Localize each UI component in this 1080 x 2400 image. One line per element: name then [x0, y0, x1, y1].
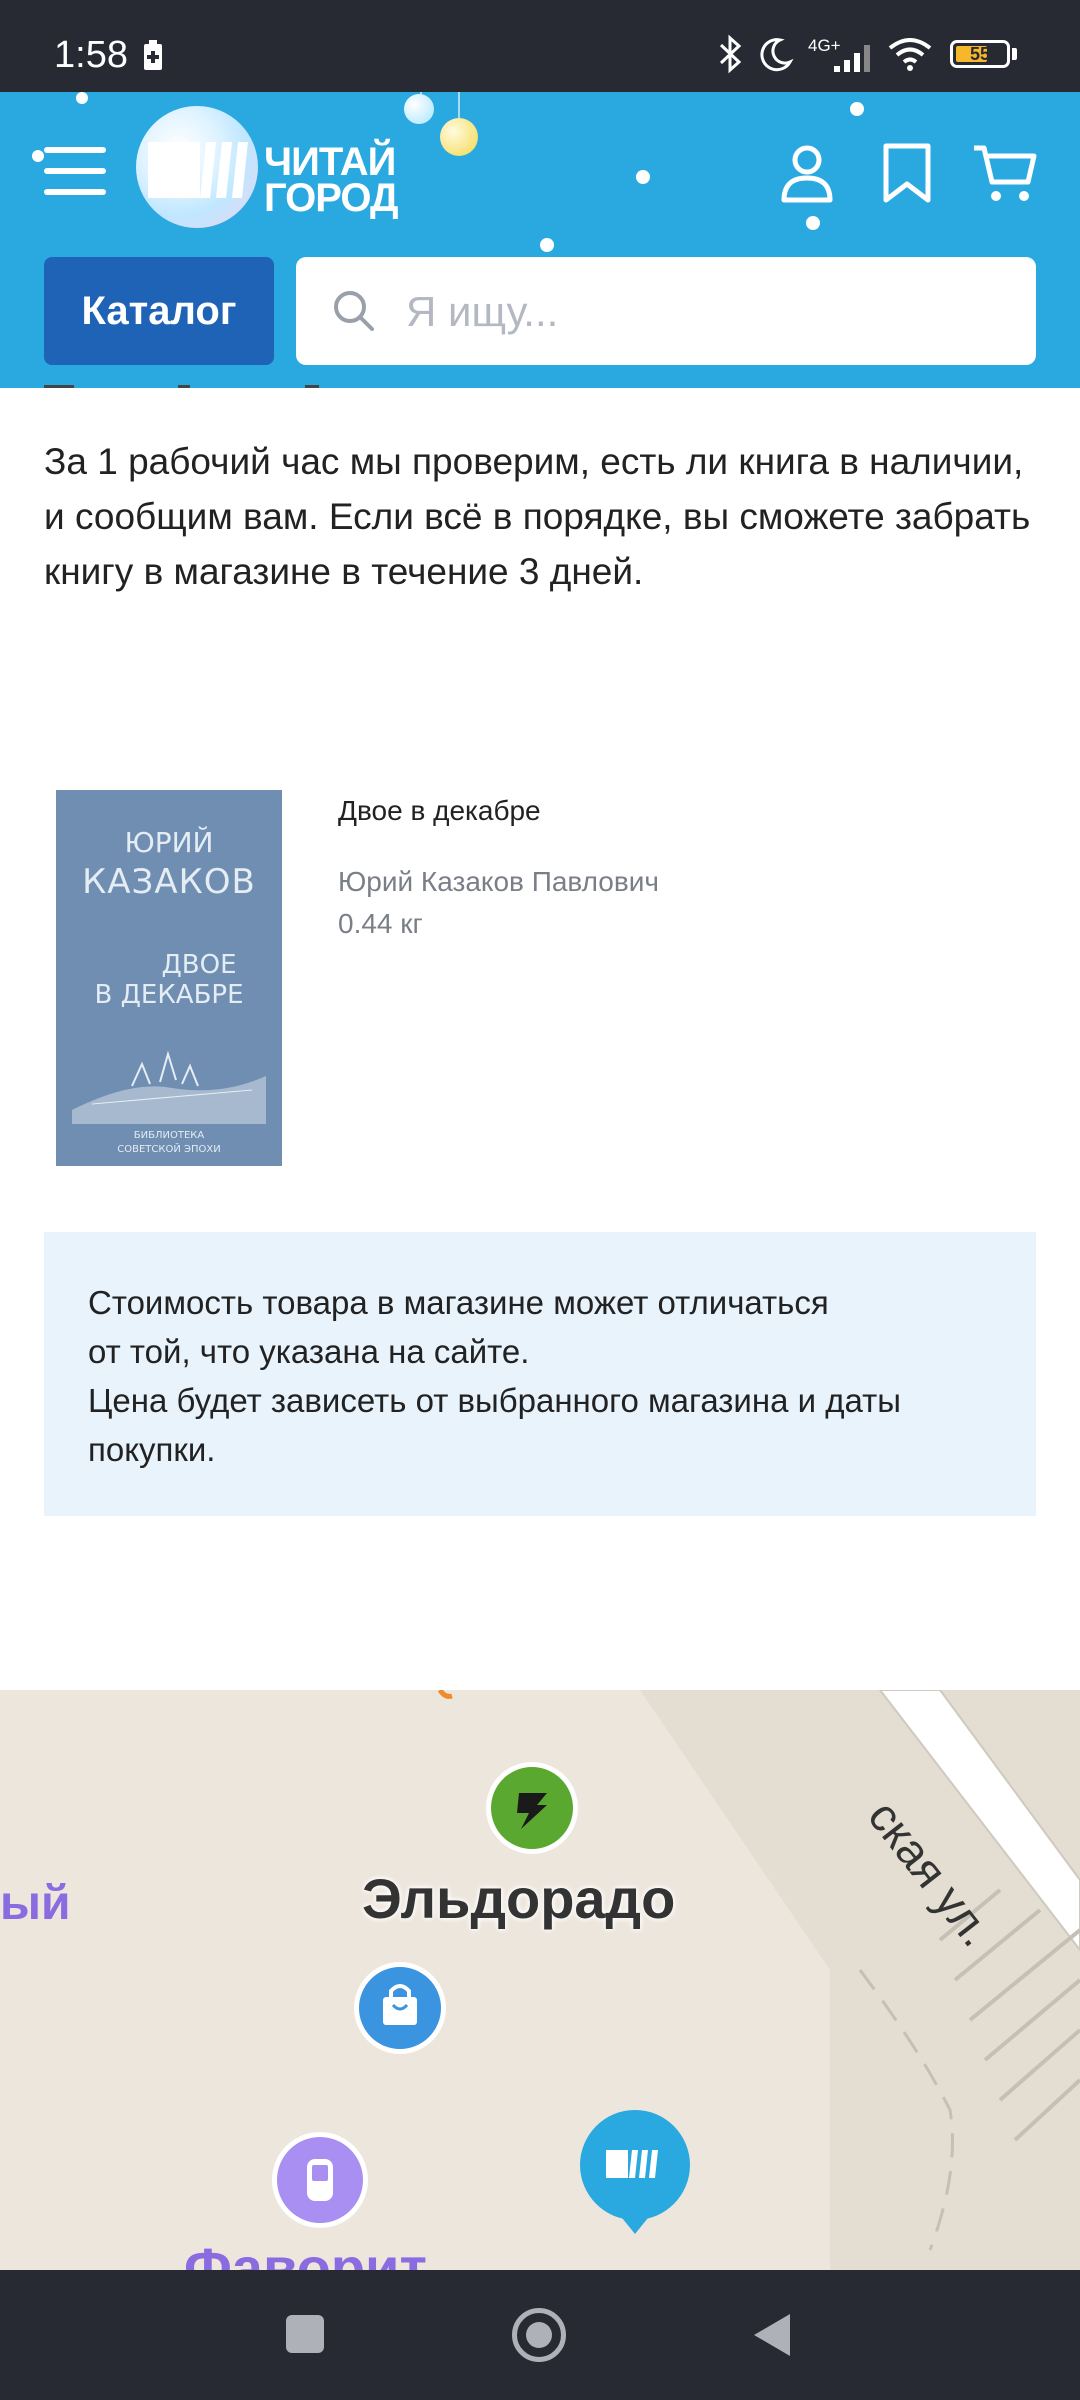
- book-author: Юрий Казаков Павлович: [338, 866, 659, 897]
- status-bar: 1:58 4G+ 55: [0, 0, 1080, 92]
- cover-title-line2: В ДЕКАБРЕ: [94, 980, 244, 1010]
- book-title[interactable]: Двое в декабре: [338, 795, 541, 827]
- snowflake: [32, 150, 44, 162]
- search-input[interactable]: [404, 281, 1008, 343]
- recents-button[interactable]: [286, 2315, 324, 2353]
- snowflake: [540, 238, 554, 252]
- phone-icon: [307, 2159, 333, 2201]
- ornament-string: [458, 92, 460, 118]
- price-notice: Стоимость товара в магазине может отлича…: [44, 1232, 1036, 1516]
- store-pin-icon: [606, 2150, 658, 2178]
- notice-line-2: от той, что указана на сайте.: [88, 1333, 530, 1370]
- battery-tip: [1012, 48, 1017, 60]
- logo-line1: ЧИТАЙ: [264, 140, 396, 184]
- cover-series-line1: БИБЛИОТЕКА: [133, 1130, 205, 1141]
- battery-level: 55: [969, 44, 991, 64]
- map-place-label-left: ый: [0, 1877, 71, 1930]
- logo[interactable]: ЧИТАЙ ГОРОД: [136, 106, 406, 236]
- shop-marker[interactable]: [354, 1962, 446, 2054]
- eldorado-marker[interactable]: [486, 1762, 578, 1854]
- logo-line2: ГОРОД: [264, 176, 398, 220]
- ornament-ball-yellow: [440, 118, 478, 156]
- cart-icon[interactable]: [972, 142, 1038, 204]
- cover-series-line2: СОВЕТСКОЙ ЭПОХИ: [117, 1144, 221, 1155]
- cover-author-last: КАЗАКОВ: [82, 862, 256, 902]
- notice-line-1: Стоимость товара в магазине может отлича…: [88, 1284, 829, 1321]
- system-nav-bar: [0, 2270, 1080, 2400]
- logo-text: ЧИТАЙ ГОРОД: [264, 140, 398, 220]
- home-button[interactable]: [512, 2308, 566, 2362]
- site-header: ЧИТАЙ ГОРОД Каталог: [0, 92, 1080, 388]
- profile-icon[interactable]: [776, 142, 838, 204]
- book-cover[interactable]: ЮРИЙ КАЗАКОВ ДВОЕ В ДЕКАБРЕ БИБЛИОТЕКА С…: [56, 790, 282, 1166]
- eldorado-label: Эльдорадо: [362, 1867, 676, 1930]
- clipped-text-line: [44, 378, 1024, 388]
- status-time: 1:58: [54, 34, 128, 76]
- cover-author-first: ЮРИЙ: [124, 826, 214, 859]
- book-weight: 0.44 кг: [338, 908, 423, 939]
- battery-icon: 55: [950, 40, 1010, 68]
- ornament-ball-blue: [404, 94, 434, 124]
- back-button[interactable]: [752, 2312, 792, 2358]
- snowflake: [76, 92, 88, 104]
- battery-saver-icon: [144, 40, 162, 70]
- snowflake: [806, 216, 820, 230]
- snowflake: [850, 102, 864, 116]
- shopping-bag-icon: [383, 1984, 417, 2025]
- store-pin[interactable]: [580, 2110, 690, 2220]
- search-icon[interactable]: [332, 289, 376, 333]
- eldorado-icon: [517, 1793, 547, 1829]
- favorit-marker[interactable]: [272, 2132, 368, 2228]
- notice-line-3: Цена будет зависеть от выбранного магази…: [88, 1382, 901, 1468]
- store-pin-tip: [614, 2208, 656, 2234]
- favorit-label: Фаворит: [184, 2236, 427, 2270]
- menu-icon[interactable]: [44, 147, 106, 197]
- bookmark-icon[interactable]: [876, 142, 938, 204]
- catalog-button[interactable]: Каталог: [44, 257, 274, 365]
- bluetooth-icon: [719, 34, 742, 74]
- wifi-icon: [888, 38, 932, 71]
- search-bar[interactable]: [296, 257, 1036, 365]
- store-map[interactable]: ская ул. ый Эльдорадо Фаворит: [0, 1690, 1080, 2270]
- signal-icon: [834, 45, 870, 72]
- logo-book-icon: [148, 142, 248, 198]
- pickup-info-text: За 1 рабочий час мы проверим, есть ли кн…: [44, 441, 1031, 592]
- cover-illustration: [72, 1050, 266, 1124]
- moon-icon: [760, 38, 794, 72]
- cover-title-line1: ДВОЕ: [161, 950, 237, 980]
- snowflake: [636, 170, 650, 184]
